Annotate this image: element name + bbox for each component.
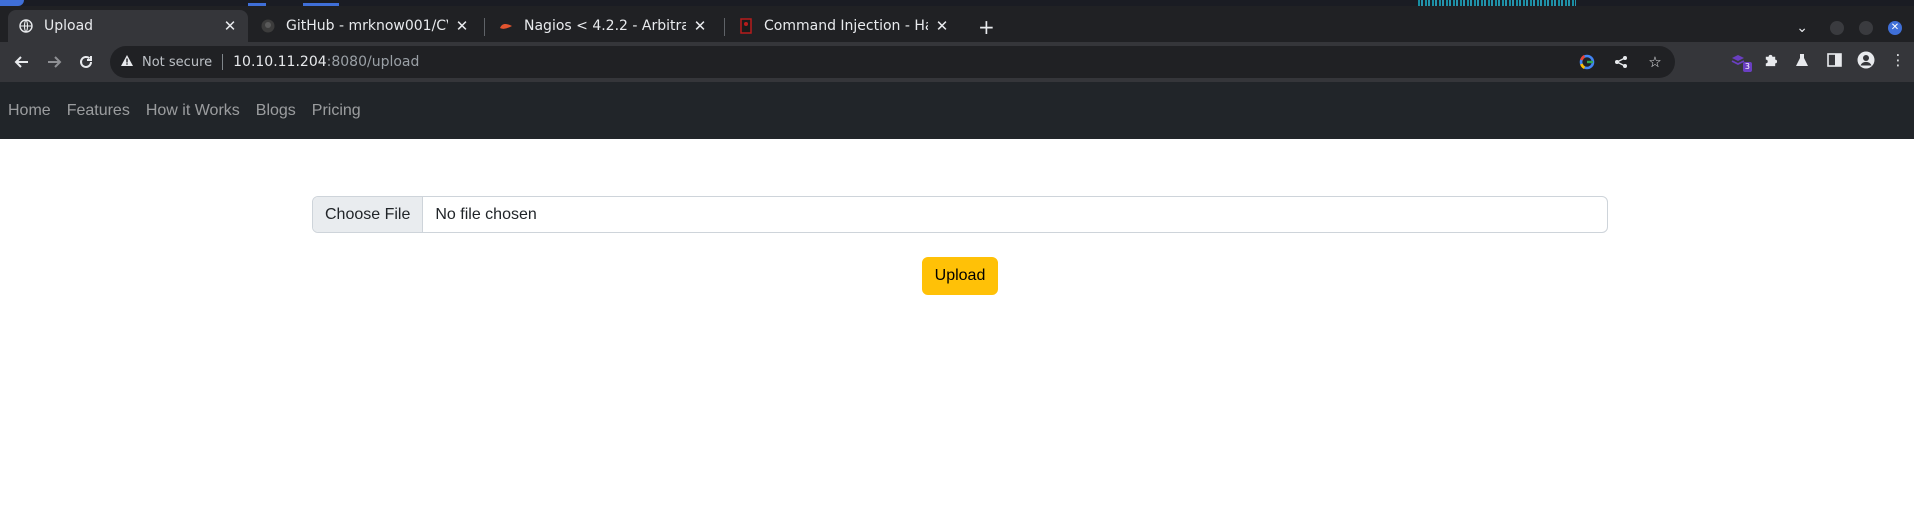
- window-close-button[interactable]: ✕: [1888, 21, 1902, 35]
- globe-icon: [18, 18, 34, 34]
- browser-tab-github[interactable]: GitHub - mrknow001/CVE ✕: [250, 10, 480, 42]
- browser-toolbar: Not secure 10.10.11.204:8080/upload ☆ 3: [0, 42, 1914, 82]
- google-lens-icon[interactable]: [1577, 52, 1597, 72]
- browser-tab-upload[interactable]: Upload ✕: [8, 10, 248, 42]
- flask-icon[interactable]: [1792, 50, 1812, 70]
- back-arrow-icon[interactable]: [12, 52, 32, 72]
- browser-tab-command-injection[interactable]: Command Injection - Hack ✕: [728, 10, 960, 42]
- side-panel-icon[interactable]: [1824, 50, 1844, 70]
- url-host: 10.10.11.204: [233, 54, 327, 70]
- tab-search-chevron-down-icon[interactable]: ⌄: [1796, 20, 1808, 36]
- new-tab-plus-icon[interactable]: +: [978, 17, 995, 37]
- address-divider: [222, 54, 224, 70]
- bookmark-star-icon[interactable]: ☆: [1645, 52, 1665, 72]
- toolbar-extensions: 3 ⋮: [1728, 50, 1908, 72]
- tab-separator: [724, 18, 725, 36]
- tab-title: Command Injection - Hack: [764, 18, 928, 34]
- address-bar-actions: ☆: [1577, 52, 1665, 72]
- close-icon[interactable]: ✕: [934, 17, 950, 35]
- kebab-menu-icon[interactable]: ⋮: [1888, 50, 1908, 70]
- nav-link-home[interactable]: Home: [8, 102, 51, 120]
- browser-tab-strip: Upload ✕ GitHub - mrknow001/CVE ✕ Nagios…: [0, 6, 1914, 42]
- file-status-text: No file chosen: [435, 205, 537, 223]
- tab-title: GitHub - mrknow001/CVE: [286, 18, 448, 34]
- profile-avatar-icon[interactable]: [1856, 50, 1876, 70]
- url-path: :8080/upload: [326, 54, 420, 70]
- hacktricks-icon: [738, 18, 754, 34]
- github-icon: [260, 18, 276, 34]
- tab-separator: [484, 18, 485, 36]
- site-navbar: Home Features How it Works Blogs Pricing: [0, 82, 1914, 139]
- file-input[interactable]: Choose File No file chosen: [312, 196, 1608, 233]
- tab-title: Nagios < 4.2.2 - Arbitrary C: [524, 18, 686, 34]
- extension-badge: 3: [1742, 62, 1752, 72]
- puzzle-piece-icon[interactable]: [1760, 50, 1780, 70]
- window-controls: ⌄ ✕: [1796, 18, 1914, 38]
- upload-button[interactable]: Upload: [922, 257, 998, 295]
- maximize-button[interactable]: [1859, 21, 1873, 35]
- close-icon[interactable]: ✕: [454, 17, 470, 35]
- browser-tab-nagios[interactable]: Nagios < 4.2.2 - Arbitrary C ✕: [488, 10, 718, 42]
- nav-link-pricing[interactable]: Pricing: [312, 102, 361, 120]
- share-icon[interactable]: [1611, 52, 1631, 72]
- reload-icon[interactable]: [76, 52, 96, 72]
- minimize-button[interactable]: [1830, 21, 1844, 35]
- nav-link-blogs[interactable]: Blogs: [256, 102, 296, 120]
- nav-link-features[interactable]: Features: [67, 102, 130, 120]
- close-icon[interactable]: ✕: [222, 17, 238, 35]
- nav-link-how-it-works[interactable]: How it Works: [146, 102, 240, 120]
- address-bar[interactable]: Not secure 10.10.11.204:8080/upload ☆: [110, 46, 1675, 78]
- warning-triangle-icon[interactable]: [120, 54, 134, 71]
- choose-file-button[interactable]: Choose File: [313, 197, 424, 232]
- forward-arrow-icon[interactable]: [44, 52, 64, 72]
- extension-stack-icon[interactable]: 3: [1728, 50, 1752, 72]
- nagios-icon: [498, 18, 514, 34]
- tab-title: Upload: [44, 18, 94, 34]
- security-status-label[interactable]: Not secure: [142, 55, 212, 70]
- close-icon[interactable]: ✕: [692, 17, 708, 35]
